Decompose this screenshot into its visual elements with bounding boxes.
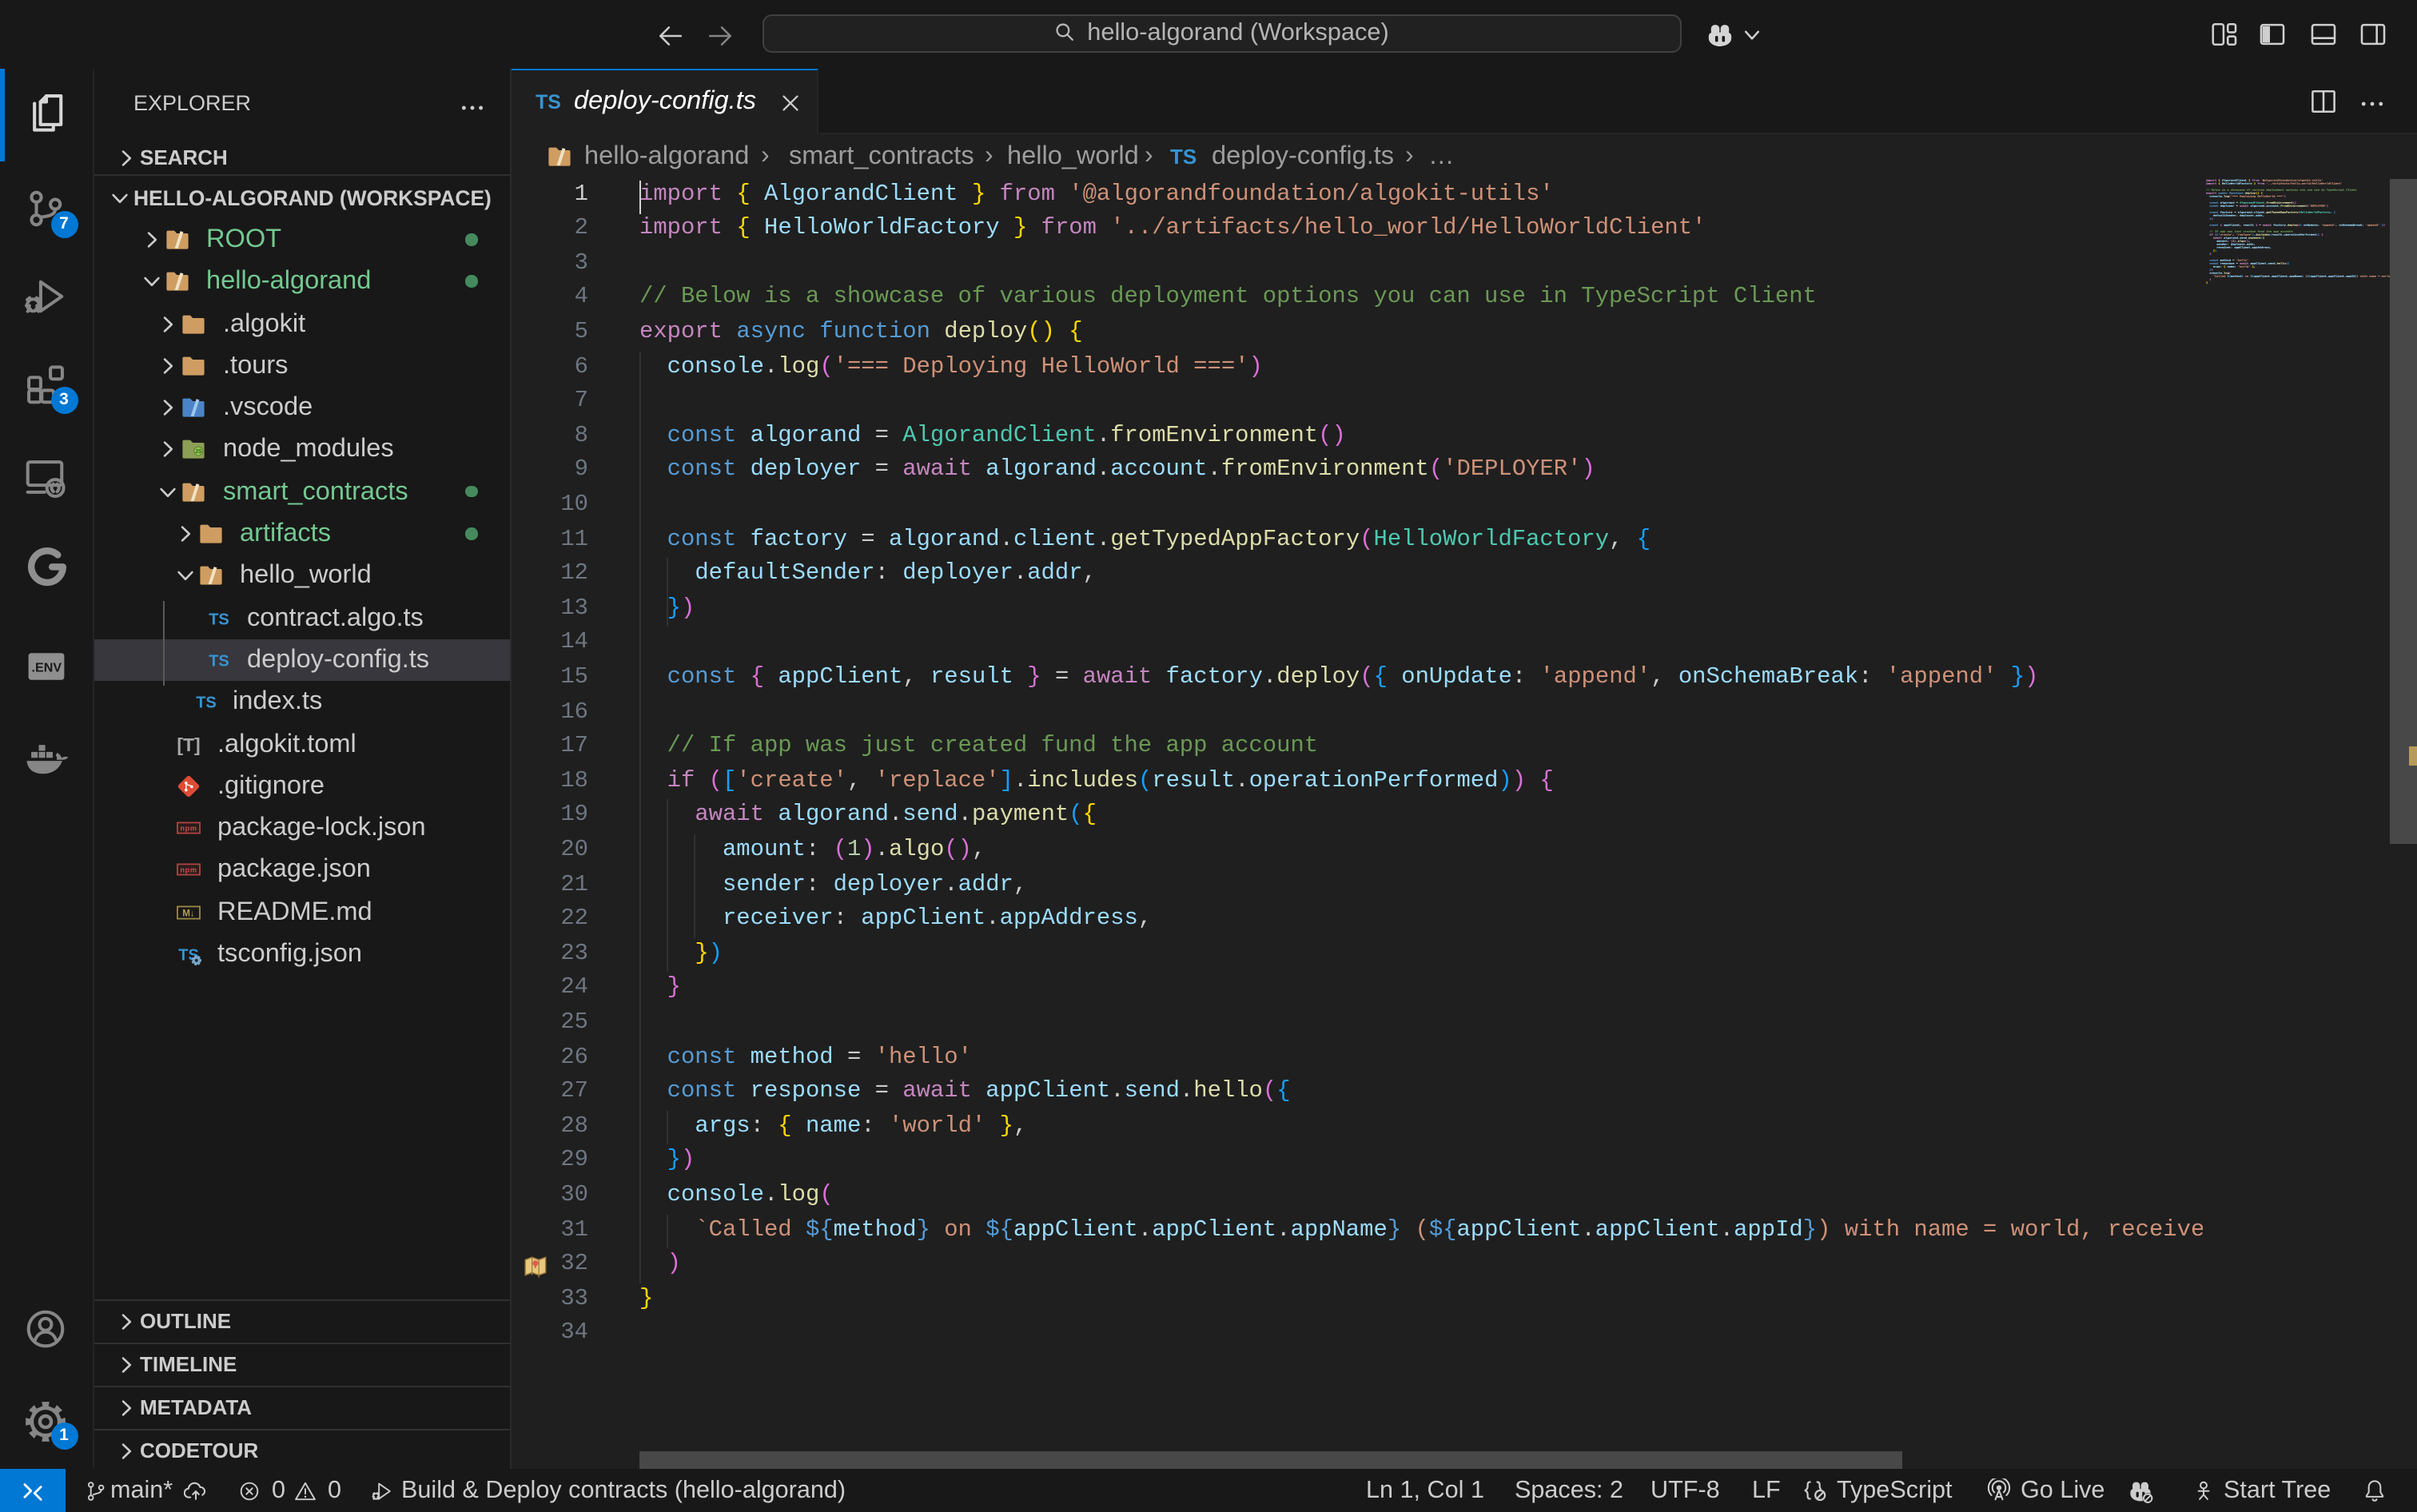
svg-text:npm: npm	[179, 825, 196, 833]
svg-text:npm: npm	[179, 867, 196, 875]
svg-text:[T]: [T]	[176, 734, 199, 754]
svg-text:.ENV: .ENV	[31, 661, 62, 675]
svg-text:TS: TS	[208, 653, 229, 670]
svg-text:M↓: M↓	[181, 908, 193, 918]
svg-text:TS: TS	[208, 611, 229, 628]
svg-text:JS: JS	[195, 448, 202, 456]
svg-text:TS: TS	[196, 694, 217, 712]
